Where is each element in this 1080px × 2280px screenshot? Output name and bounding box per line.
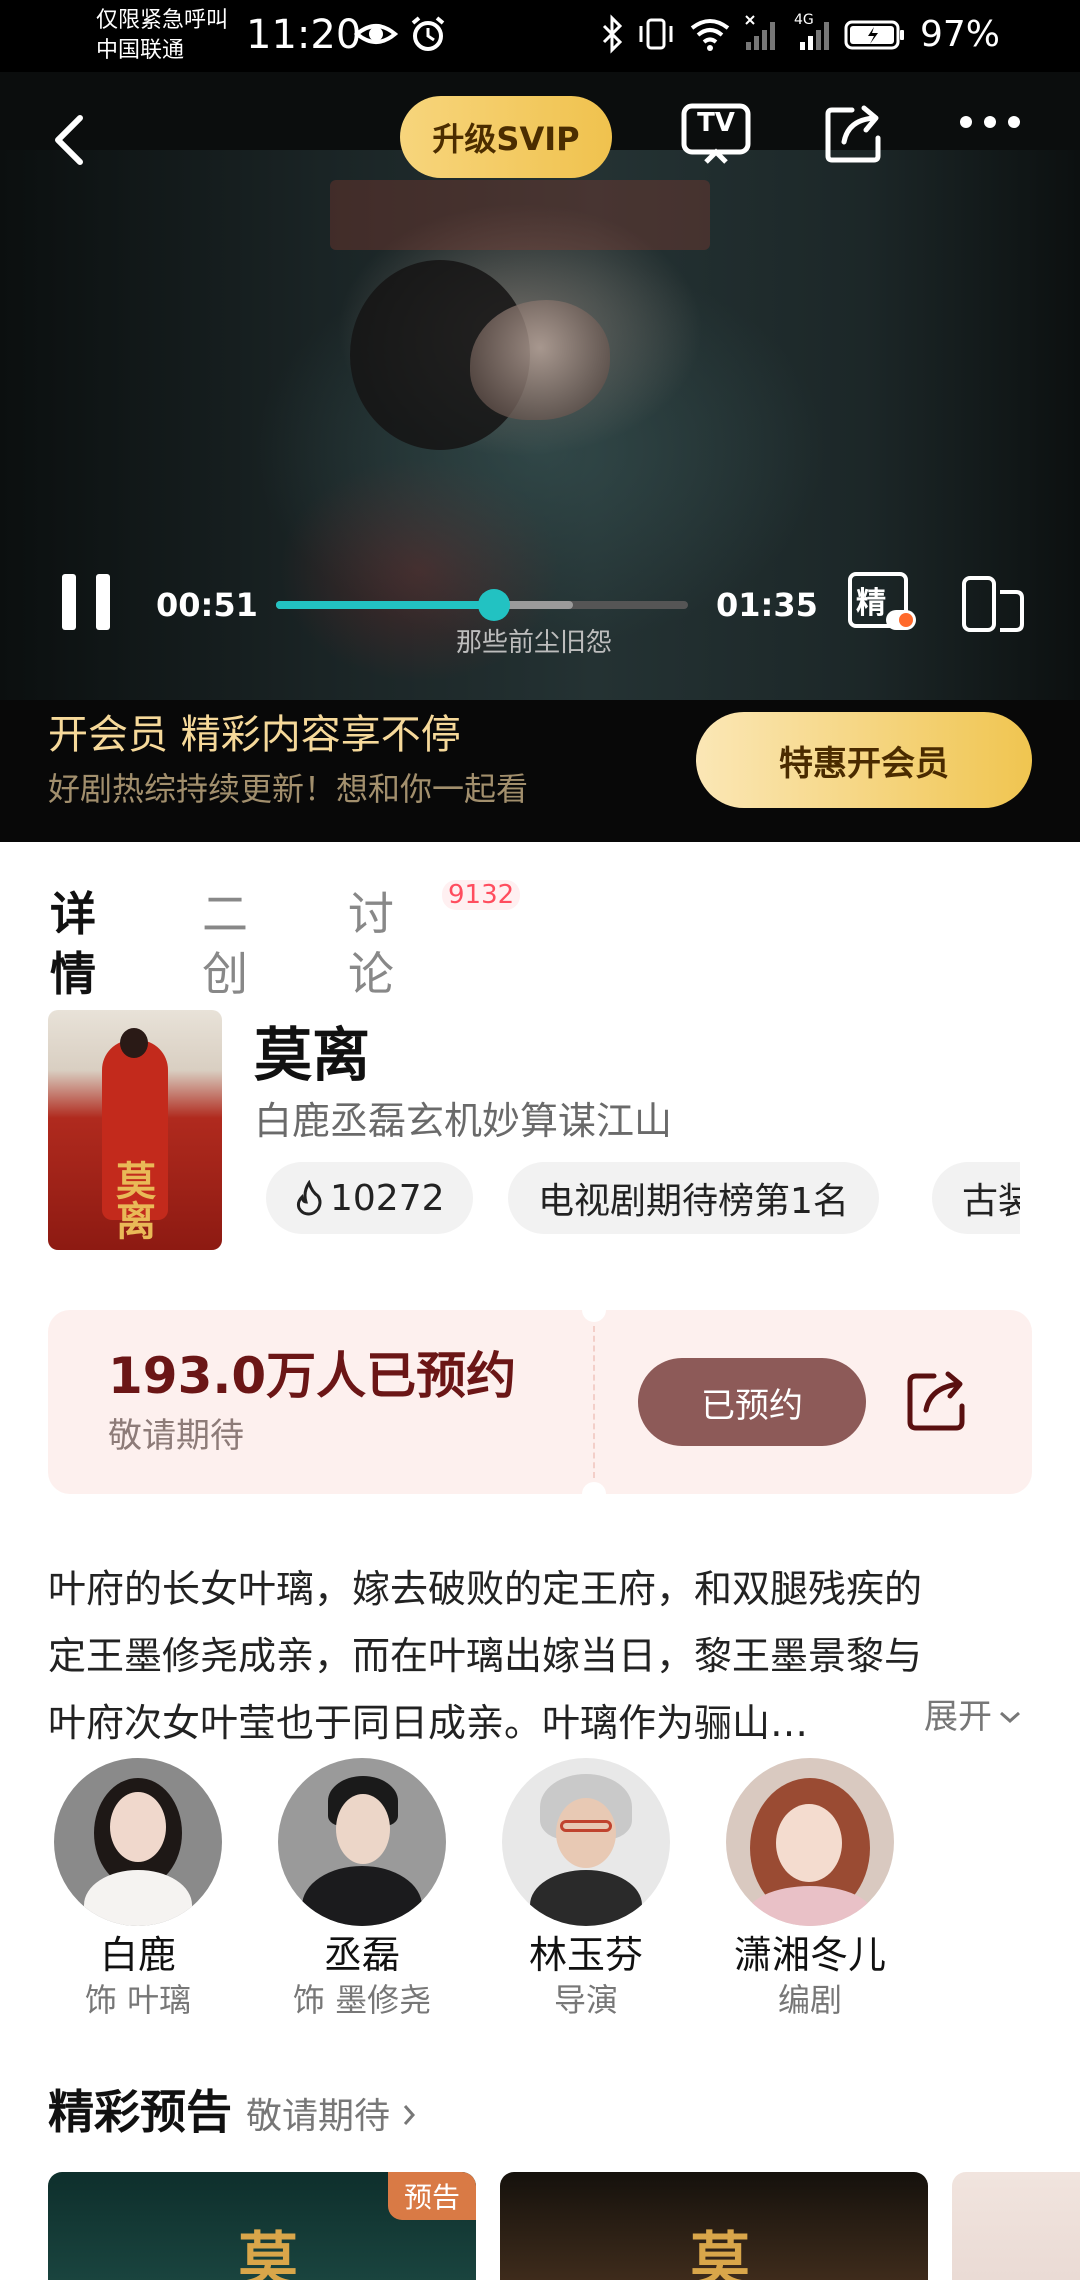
synopsis: 叶府的长女叶璃，嫁去破败的定王府，和双腿残疾的 定王墨修尧成亲，而在叶璃出嫁当日… (48, 1556, 1038, 1757)
card-divider (593, 1326, 595, 1478)
progress-fill (276, 601, 495, 609)
cast-role: 饰 叶璃 (84, 1981, 192, 2019)
ranking-tag[interactable]: 电视剧期待榜第1名 (508, 1162, 879, 1234)
vibrate-icon (639, 18, 673, 50)
expand-label: 展开 (924, 1697, 992, 1737)
join-membership-button[interactable]: 特惠开会员 (696, 712, 1032, 808)
poster-figure-head (120, 1028, 148, 1058)
cast-member[interactable]: 白鹿 饰 叶璃 (54, 1758, 222, 2020)
synopsis-line-3: 叶府次女叶莹也于同日成亲。叶璃作为骊山… (48, 1701, 809, 1745)
reservation-note: 敬请期待 (108, 1416, 244, 1456)
cast-name: 潇湘冬儿 (733, 1933, 886, 1977)
progress-bar[interactable] (276, 589, 688, 621)
discussion-count-badge: 9132 (442, 880, 521, 910)
clock: 11:20 (246, 12, 362, 58)
cast-name: 林玉芬 (528, 1933, 643, 1977)
membership-subtitle: 好剧热综持续更新！想和你一起看 (48, 770, 529, 808)
carrier-line-2: 中国联通 (96, 38, 185, 63)
card-notch-top (582, 1298, 606, 1322)
signal-icon-2: 4G (792, 12, 832, 54)
show-subtitle: 白鹿丞磊玄机妙算谋江山 (254, 1099, 673, 1143)
fullscreen-rotate-icon[interactable] (960, 574, 1026, 634)
tv-label: TV (697, 108, 735, 138)
highlights-icon[interactable]: 精 (846, 570, 916, 634)
trailer-card[interactable]: 预告 莫 (48, 2172, 476, 2280)
status-icons: 4G (600, 12, 906, 54)
trailers-more-label: 敬请期待 (246, 2096, 391, 2137)
avatar (726, 1758, 894, 1926)
chapter-label: 那些前尘旧怨 (456, 628, 613, 658)
cast-member[interactable]: 林玉芬 导演 (502, 1758, 670, 2020)
bluetooth-icon (602, 14, 623, 54)
membership-banner: 开会员 精彩内容享不停 好剧热综持续更新！想和你一起看 特惠开会员 (0, 700, 1080, 842)
cast-role: 导演 (553, 1981, 618, 2019)
status-bar: 仅限紧急呼叫 中国联通 11:20 4G 97% (0, 0, 1080, 72)
tab-fan-creations[interactable]: 二创 (202, 884, 248, 1004)
tags-fade (1020, 1162, 1032, 1236)
alarm-icon (411, 16, 445, 51)
synopsis-line-1: 叶府的长女叶璃，嫁去破败的定王府，和双腿残疾的 (48, 1567, 923, 1611)
battery-percent: 97% (920, 14, 1001, 55)
tv-cast-icon[interactable]: TV (680, 102, 752, 166)
chevron-right-icon (404, 2105, 416, 2125)
more-options-icon[interactable] (958, 114, 1022, 130)
trailer-badge: 预告 (387, 2172, 476, 2220)
carrier-line-1: 仅限紧急呼叫 (96, 8, 229, 33)
trailers-title: 精彩预告 (48, 2085, 232, 2139)
avatar (278, 1758, 446, 1926)
reserved-button[interactable]: 已预约 (638, 1358, 866, 1446)
battery-icon (844, 20, 904, 50)
network-type: 4G (794, 12, 814, 28)
cast-list: 白鹿 饰 叶璃 丞磊 饰 墨修尧 林玉芬 导演 潇湘冬儿 编剧 (54, 1758, 1054, 2020)
total-time: 01:35 (716, 586, 818, 624)
show-tags: 10272 电视剧期待榜第1名 古装 (266, 1162, 1032, 1236)
cast-role: 饰 墨修尧 (292, 1981, 432, 2019)
trailer-card[interactable] (952, 2172, 1080, 2280)
upgrade-svip-button[interactable]: 升级SVIP (400, 96, 612, 178)
trailer-title-art: 莫 (238, 2226, 298, 2280)
highlights-label: 精 (856, 586, 886, 621)
current-time: 00:51 (156, 586, 258, 624)
genre-tag[interactable]: 古装 (932, 1162, 1032, 1234)
reservation-count: 193.0万人已预约 (108, 1347, 517, 1405)
show-title: 莫离 (254, 1021, 371, 1089)
flame-icon (296, 1180, 322, 1216)
avatar (502, 1758, 670, 1926)
cast-name: 丞磊 (323, 1933, 400, 1977)
expand-synopsis-button[interactable]: 展开 (924, 1692, 1022, 1742)
cast-role: 编剧 (777, 1981, 842, 2019)
back-icon[interactable] (48, 110, 92, 170)
chevron-down-icon (1000, 1711, 1020, 1724)
reservation-card: 193.0万人已预约 敬请期待 已预约 (48, 1298, 1032, 1506)
video-player[interactable]: 升级SVIP TV 00:51 那些前尘旧怨 01:35 精 (0, 72, 1080, 700)
wifi-icon (690, 19, 730, 51)
tab-details[interactable]: 详情 (50, 884, 96, 1004)
synopsis-line-2: 定王墨修尧成亲，而在叶璃出嫁当日，黎王墨景黎与 (48, 1634, 923, 1678)
eye-comfort-icon (354, 24, 398, 44)
card-notch-bottom (582, 1482, 606, 1506)
trailers-more-link[interactable]: 敬请期待 (246, 2087, 417, 2147)
show-poster[interactable]: 莫离 (48, 1010, 222, 1250)
heat-value: 10272 (330, 1177, 445, 1219)
signal-icon-1 (745, 15, 775, 50)
cast-name: 白鹿 (99, 1933, 176, 1977)
tab-discussion[interactable]: 讨论 (348, 884, 394, 1004)
scene-window (330, 180, 710, 250)
cast-member[interactable]: 丞磊 饰 墨修尧 (278, 1758, 446, 2020)
trailer-card[interactable]: 莫 (500, 2172, 928, 2280)
pause-icon[interactable] (58, 570, 114, 634)
trailer-title-art: 莫 (690, 2226, 750, 2280)
carrier-info: 仅限紧急呼叫 中国联通 (96, 6, 228, 66)
share-icon[interactable] (822, 102, 886, 166)
heat-tag[interactable]: 10272 (266, 1162, 473, 1234)
membership-title: 开会员 精彩内容享不停 (48, 712, 461, 758)
share-reservation-icon[interactable] (904, 1368, 970, 1434)
trailers-header: 精彩预告 敬请期待 (48, 2082, 417, 2142)
cast-member[interactable]: 潇湘冬儿 编剧 (726, 1758, 894, 2020)
poster-title-art: 莫离 (109, 1160, 155, 1240)
avatar (54, 1758, 222, 1926)
